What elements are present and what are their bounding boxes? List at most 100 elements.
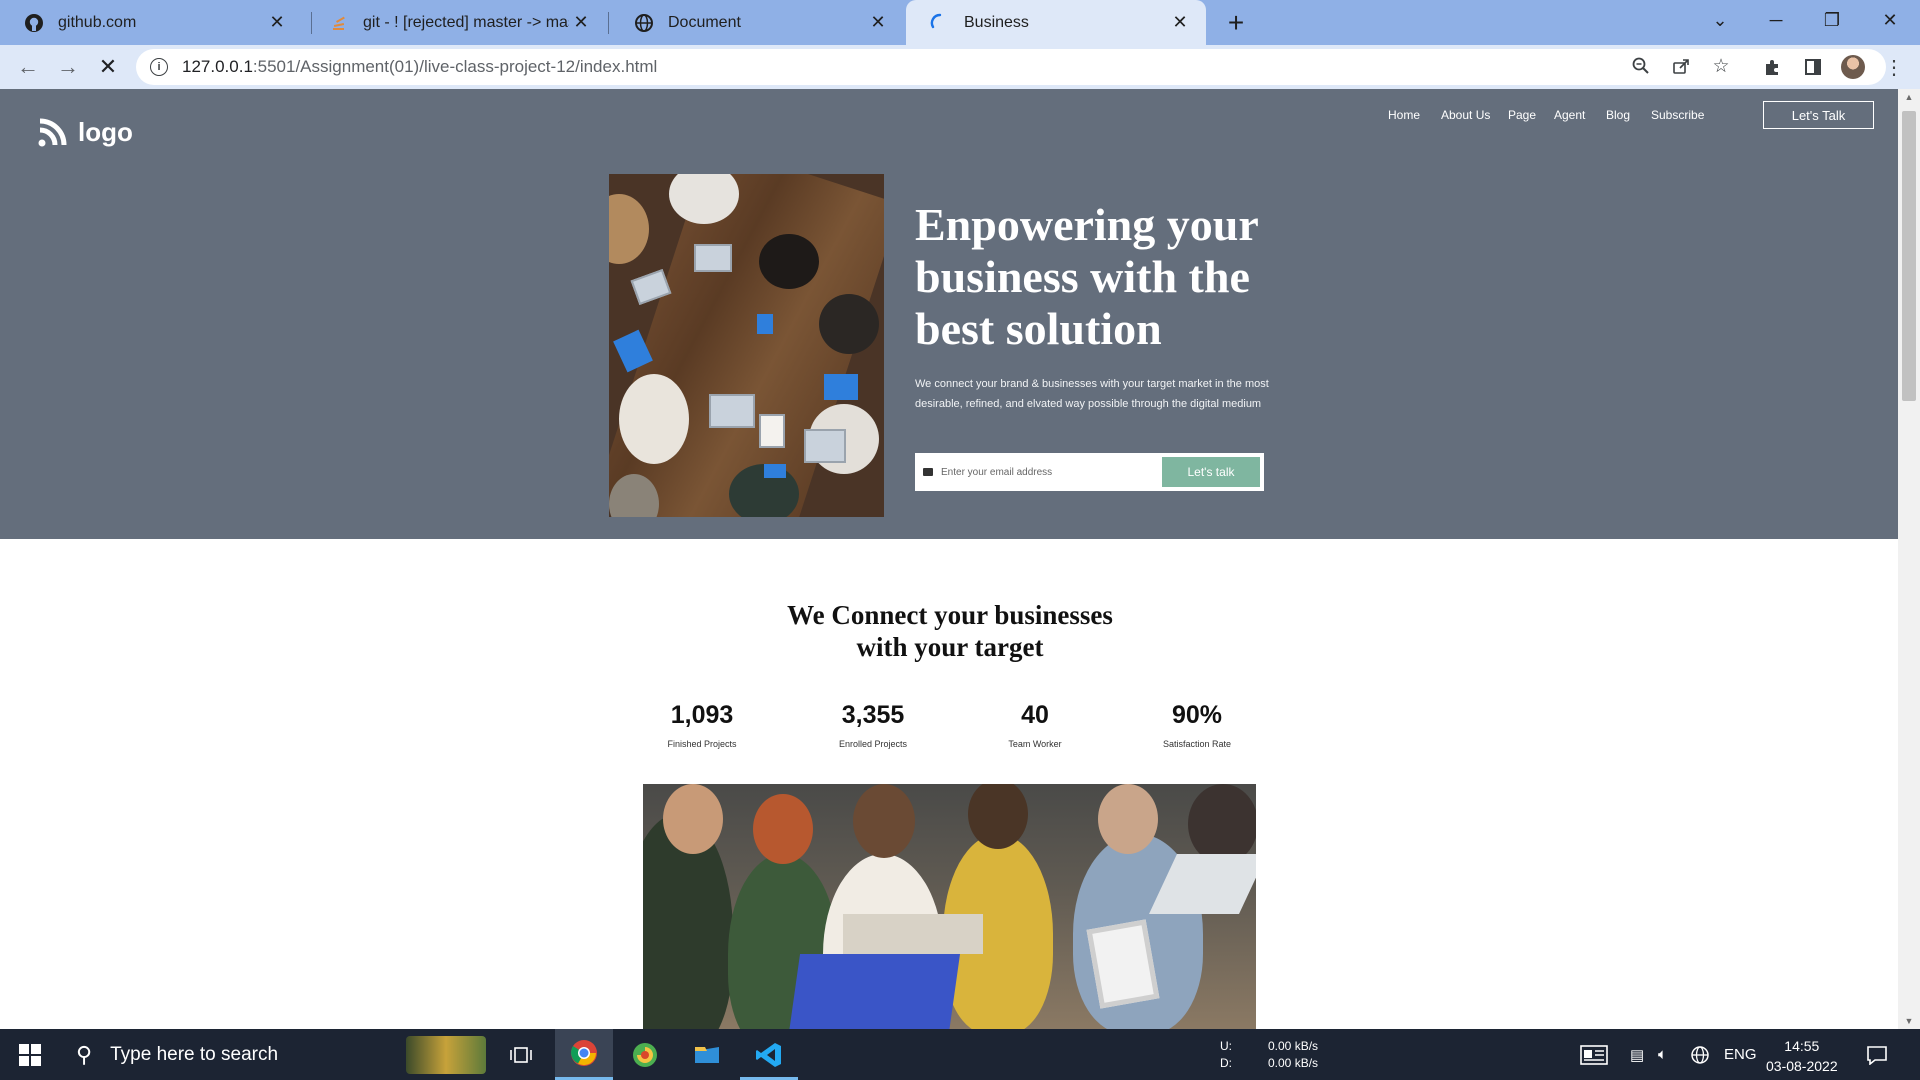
- stat-value: 40: [1021, 701, 1049, 729]
- tab-title: git - ! [rejected] master -> maste: [363, 13, 569, 31]
- tab-search-chevron-icon[interactable]: ⌄: [1692, 0, 1748, 40]
- net-down-value: 0.00 kB/s: [1268, 1056, 1319, 1070]
- tab-title: Business: [964, 13, 1029, 31]
- tab-business[interactable]: Business ✕: [906, 0, 1206, 45]
- nav-blog[interactable]: Blog: [1606, 108, 1630, 122]
- email-input[interactable]: Enter your email address: [941, 467, 1162, 478]
- logo-text: logo: [78, 116, 133, 147]
- profile-avatar[interactable]: [1838, 52, 1868, 82]
- scrollbar-thumb[interactable]: [1902, 111, 1916, 401]
- tab-divider: [608, 12, 609, 34]
- stat-team-worker: 40 Team Worker: [965, 701, 1105, 749]
- hero-section: logo Home About Us Page Agent Blog Subsc…: [0, 89, 1898, 539]
- hero-image-meeting-table: [609, 174, 884, 517]
- nav-agent[interactable]: Agent: [1554, 108, 1585, 122]
- nav-subscribe[interactable]: Subscribe: [1651, 108, 1704, 122]
- section-title-line-2: with your target: [856, 632, 1044, 662]
- loading-icon: [930, 13, 950, 33]
- scroll-down-arrow-icon[interactable]: ▼: [1898, 1013, 1920, 1029]
- taskbar-search-box[interactable]: ⚲ Type here to search: [60, 1029, 490, 1080]
- windows-start-button[interactable]: [0, 1029, 60, 1080]
- url-path: :5501/Assignment(01)/live-class-project-…: [252, 57, 658, 76]
- net-up-label: U:: [1220, 1039, 1232, 1053]
- stat-label: Enrolled Projects: [838, 739, 908, 749]
- hero-description: We connect your brand & businesses with …: [915, 378, 1269, 410]
- keyboard-icon[interactable]: ▤: [1630, 1029, 1644, 1080]
- envelope-icon: [923, 468, 933, 476]
- stat-value: 3,355: [841, 701, 905, 729]
- address-bar[interactable]: i 127.0.0.1:5501/Assignment(01)/live-cla…: [136, 49, 1886, 85]
- restore-button[interactable]: ❐: [1804, 0, 1860, 40]
- language-indicator[interactable]: ENG: [1724, 1029, 1757, 1080]
- menu-kebab-icon[interactable]: ⋮: [1879, 52, 1909, 82]
- browser-alt-taskbar-icon[interactable]: [616, 1029, 674, 1080]
- forward-arrow-icon[interactable]: →: [52, 51, 84, 83]
- system-clock[interactable]: 14:55 03-08-2022: [1766, 1036, 1838, 1076]
- net-up-value: 0.00 kB/s: [1268, 1039, 1319, 1053]
- extensions-puzzle-icon[interactable]: [1758, 52, 1788, 82]
- new-tab-button[interactable]: +: [1220, 7, 1252, 39]
- nav-page[interactable]: Page: [1508, 108, 1536, 122]
- share-icon[interactable]: [1666, 51, 1696, 81]
- page-viewport: logo Home About Us Page Agent Blog Subsc…: [0, 89, 1898, 1029]
- browser-toolbar: ← → ✕ i 127.0.0.1:5501/Assignment(01)/li…: [0, 45, 1920, 89]
- clock-time: 14:55: [1784, 1038, 1820, 1054]
- news-widget-icon[interactable]: [1580, 1029, 1610, 1080]
- minimize-button[interactable]: ─: [1748, 0, 1804, 40]
- close-icon[interactable]: ✕: [265, 11, 289, 35]
- scroll-up-arrow-icon[interactable]: ▲: [1898, 89, 1920, 105]
- notifications-icon[interactable]: [1866, 1029, 1888, 1080]
- tab-github[interactable]: github.com ✕: [0, 0, 303, 45]
- tab-title: Document: [668, 13, 741, 31]
- tab-title: github.com: [58, 13, 137, 31]
- close-window-button[interactable]: ✕: [1862, 0, 1918, 40]
- logo-mark-icon: [38, 118, 67, 147]
- search-icon: ⚲: [76, 1041, 93, 1067]
- team-meeting-image: [643, 784, 1256, 1029]
- close-icon[interactable]: ✕: [1168, 11, 1192, 35]
- search-highlight-image: [406, 1035, 486, 1074]
- stat-value: 90%: [1171, 701, 1223, 729]
- tab-git-rejected[interactable]: git - ! [rejected] master -> maste ✕: [305, 0, 607, 45]
- stackoverflow-icon: [329, 13, 349, 33]
- net-down-label: D:: [1220, 1056, 1232, 1070]
- stat-label: Team Worker: [1008, 739, 1062, 749]
- vscode-taskbar-icon[interactable]: [740, 1029, 798, 1080]
- stat-satisfaction-rate: 90% Satisfaction Rate: [1127, 701, 1267, 749]
- bookmark-star-icon[interactable]: ☆: [1706, 51, 1736, 81]
- nav-home[interactable]: Home: [1388, 108, 1420, 122]
- back-arrow-icon[interactable]: ←: [12, 51, 44, 83]
- windows-taskbar: ⚲ Type here to search U: D: 0.00 kB/s 0.…: [0, 1029, 1920, 1080]
- site-logo[interactable]: logo: [36, 115, 133, 149]
- stat-value: 1,093: [670, 701, 734, 729]
- stop-loading-icon[interactable]: ✕: [92, 51, 124, 83]
- network-globe-icon[interactable]: [1690, 1029, 1710, 1080]
- lets-talk-button[interactable]: Let's Talk: [1763, 101, 1874, 129]
- email-signup-form: Enter your email address Let's talk: [915, 453, 1264, 491]
- page-scrollbar[interactable]: ▲ ▼: [1898, 89, 1920, 1029]
- zoom-icon[interactable]: [1626, 51, 1656, 81]
- site-info-icon[interactable]: i: [150, 58, 168, 76]
- side-panel-icon[interactable]: [1798, 52, 1828, 82]
- network-speed-monitor: U: D: 0.00 kB/s 0.00 kB/s: [1220, 1038, 1318, 1072]
- email-submit-button[interactable]: Let's talk: [1162, 457, 1260, 487]
- stat-label: Finished Projects: [667, 739, 737, 749]
- nav-about-us[interactable]: About Us: [1441, 108, 1490, 122]
- close-icon[interactable]: ✕: [569, 11, 593, 35]
- globe-icon: [634, 13, 654, 33]
- browser-tab-bar: github.com ✕ git - ! [rejected] master -…: [0, 0, 1920, 45]
- windows-logo-icon: [19, 1043, 41, 1066]
- file-explorer-taskbar-icon[interactable]: [678, 1029, 736, 1080]
- volume-icon[interactable]: 🔈︎: [1658, 1029, 1667, 1080]
- stat-enrolled-projects: 3,355 Enrolled Projects: [803, 701, 943, 749]
- stat-finished-projects: 1,093 Finished Projects: [632, 701, 772, 749]
- section-title: We Connect your businesses with your tar…: [700, 599, 1200, 663]
- section-title-line-1: We Connect your businesses: [787, 600, 1113, 630]
- chrome-taskbar-icon[interactable]: [555, 1029, 613, 1080]
- close-icon[interactable]: ✕: [866, 11, 890, 35]
- tab-document[interactable]: Document ✕: [610, 0, 904, 45]
- task-view-icon[interactable]: [492, 1029, 550, 1080]
- hero-title: Enpowering your business with the best s…: [915, 199, 1258, 354]
- stat-label: Satisfaction Rate: [1162, 739, 1232, 749]
- url-host: 127.0.0.1: [182, 57, 253, 76]
